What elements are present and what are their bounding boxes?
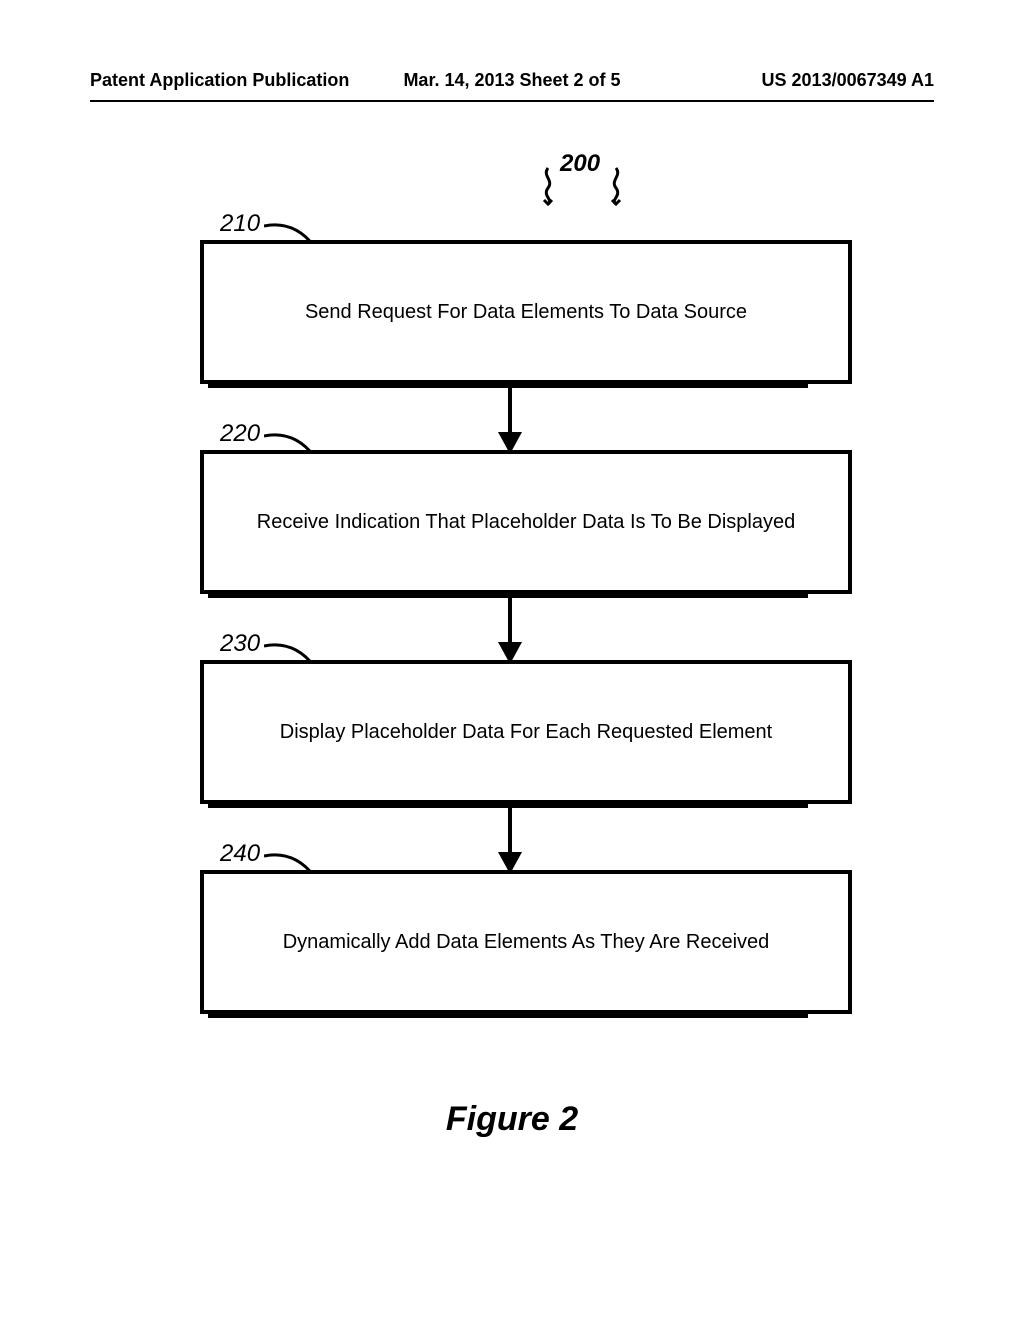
step-box-240: Dynamically Add Data Elements As They Ar… <box>200 870 852 1014</box>
page-header: Patent Application Publication Mar. 14, … <box>0 70 1024 91</box>
step-ref-210: 210 <box>220 210 260 238</box>
step-text: Receive Indication That Placeholder Data… <box>257 511 795 534</box>
header-rule <box>90 100 934 102</box>
header-left: Patent Application Publication <box>90 70 349 91</box>
step-text: Dynamically Add Data Elements As They Ar… <box>283 931 770 954</box>
diagram-ref-number: 200 <box>560 150 600 177</box>
step-box-210: Send Request For Data Elements To Data S… <box>200 240 852 384</box>
header-center: Mar. 14, 2013 Sheet 2 of 5 <box>403 70 620 91</box>
squiggle-left-icon <box>538 166 558 206</box>
step-ref-220: 220 <box>220 420 260 448</box>
step-box-220: Receive Indication That Placeholder Data… <box>200 450 852 594</box>
step-text: Display Placeholder Data For Each Reques… <box>280 721 772 744</box>
arrow-down-icon <box>490 808 530 878</box>
step-ref-230: 230 <box>220 630 260 658</box>
step-ref-240: 240 <box>220 840 260 868</box>
arrow-down-icon <box>490 598 530 668</box>
step-box-230: Display Placeholder Data For Each Reques… <box>200 660 852 804</box>
diagram-reference-200: 200 <box>560 150 600 178</box>
step-text: Send Request For Data Elements To Data S… <box>305 301 747 324</box>
figure-caption: Figure 2 <box>0 1100 1024 1139</box>
squiggle-right-icon <box>606 166 626 206</box>
arrow-down-icon <box>490 388 530 458</box>
header-right: US 2013/0067349 A1 <box>762 70 934 91</box>
